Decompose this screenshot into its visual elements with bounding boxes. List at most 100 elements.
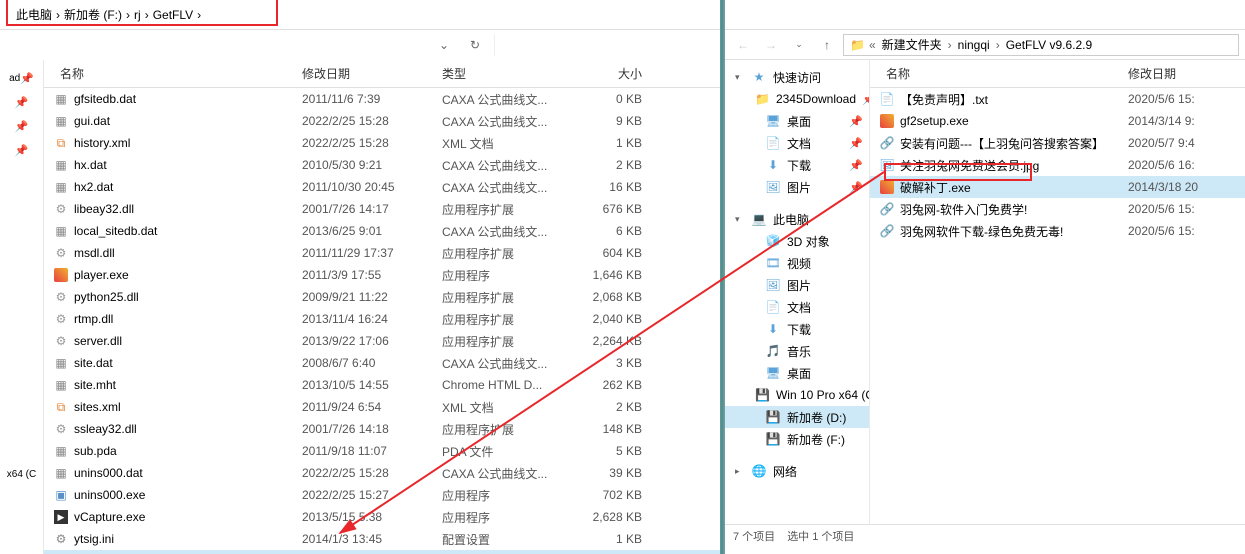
file-row[interactable]: ▦ hx.dat 2010/5/30 9:21 CAXA 公式曲线文... 2 … [44,154,720,176]
quick-item[interactable]: 📌 [0,90,43,114]
recent-dropdown[interactable]: ⌄ [787,33,811,57]
dropdown-icon[interactable]: ⌄ [432,33,456,57]
col-name[interactable]: 名称 [52,65,302,82]
tree-label: 图片 [787,179,811,196]
expand-icon[interactable]: ▾ [735,72,745,83]
tree-item[interactable]: 🖼 图片 [725,274,869,296]
tree-item[interactable]: 🎵 音乐 [725,340,869,362]
breadcrumb-seg[interactable]: ningqi [956,38,992,52]
forward-button[interactable]: → [759,33,783,57]
breadcrumb-seg[interactable]: 此电脑 [16,6,52,23]
file-row[interactable]: ⚙ server.dll 2013/9/22 17:06 应用程序扩展 2,26… [44,330,720,352]
file-row[interactable]: ▶ vCapture.exe 2013/5/15 5:38 应用程序 2,628… [44,506,720,528]
file-size: 3 KB [572,356,642,370]
tree-item[interactable]: ⬇ 下载 [725,318,869,340]
file-row[interactable]: gf2setup.exe 2014/3/14 9: [870,110,1245,132]
file-row[interactable]: 🔗 羽兔网软件下载-绿色免费无毒! 2020/5/6 15: [870,220,1245,242]
link-icon: 🔗 [878,223,896,239]
tree-item[interactable]: ⬇ 下载 📌 [725,154,869,176]
file-row[interactable]: ⚙ ssleay32.dll 2001/7/26 14:18 应用程序扩展 14… [44,418,720,440]
tree-item[interactable]: ▾ 💻 此电脑 [725,208,869,230]
tree-item[interactable]: 📄 文档 [725,296,869,318]
file-size: 2,264 KB [572,334,642,348]
breadcrumb-seg[interactable]: GetFLV [153,8,193,22]
file-size: 262 KB [572,378,642,392]
file-row[interactable]: ▦ sub.pda 2011/9/18 11:07 PDA 文件 5 KB [44,440,720,462]
back-button[interactable]: ← [731,33,755,57]
quick-item[interactable]: x64 (C [0,462,43,486]
file-list[interactable]: 📄 【免责声明】.txt 2020/5/6 15: gf2setup.exe 2… [870,88,1245,524]
quick-item[interactable]: 📌 [0,138,43,162]
file-size: 39 KB [572,466,642,480]
tree-label: 下载 [787,321,811,338]
quick-item[interactable]: ad📌 [0,66,43,90]
tree-item[interactable]: 💾 Win 10 Pro x64 (C [725,384,869,406]
file-row[interactable]: ▦ site.mht 2013/10/5 14:55 Chrome HTML D… [44,374,720,396]
tree-item[interactable]: 💾 新加卷 (F:) [725,428,869,450]
file-row[interactable]: ▣ unins000.exe 2022/2/25 15:27 应用程序 702 … [44,484,720,506]
breadcrumb-right[interactable]: 📁 « 新建文件夹› ningqi› GetFLV v9.6.2.9 [843,34,1239,56]
nav-tree[interactable]: ▾ ★ 快速访问 📁 2345Download 📌 🖥 桌面 📌 📄 文档 📌 … [725,60,870,524]
folder-icon: 📁 [755,91,770,107]
file-row[interactable]: ▦ unins000.dat 2022/2/25 15:28 CAXA 公式曲线… [44,462,720,484]
file-row[interactable]: ⚙ python25.dll 2009/9/21 11:22 应用程序扩展 2,… [44,286,720,308]
file-row[interactable]: 破解补丁.exe 2014/3/18 20 [870,176,1245,198]
file-row[interactable]: 🖼 关注羽兔网免费送会员.jpg 2020/5/6 16: [870,154,1245,176]
col-name[interactable]: 名称 [878,65,1128,82]
tree-item[interactable]: 📄 文档 📌 [725,132,869,154]
file-row[interactable]: ⧉ sites.xml 2011/9/24 6:54 XML 文档 2 KB [44,396,720,418]
expand-icon[interactable]: ▸ [735,466,745,477]
col-date[interactable]: 修改日期 [1128,65,1238,82]
tree-item[interactable]: 📁 2345Download 📌 [725,88,869,110]
file-name: sub.pda [74,444,302,458]
tree-item[interactable]: 💾 新加卷 (D:) [725,406,869,428]
up-button[interactable]: ↑ [815,33,839,57]
file-size: 16 KB [572,180,642,194]
file-row[interactable]: ▦ gui.dat 2022/2/25 15:28 CAXA 公式曲线文... … [44,110,720,132]
file-type: 应用程序扩展 [442,421,572,438]
file-name: hx.dat [74,158,302,172]
tree-item[interactable]: 🖥 桌面 [725,362,869,384]
file-row[interactable]: ⚙ rtmp.dll 2013/11/4 16:24 应用程序扩展 2,040 … [44,308,720,330]
file-row[interactable]: 破解补丁.exe 2014/3/18 20:51 应用程序 977 KB [44,550,720,554]
tree-item[interactable]: 🖼 图片 📌 [725,176,869,198]
tree-item[interactable]: 🖥 桌面 📌 [725,110,869,132]
file-name: vCapture.exe [74,510,302,524]
file-row[interactable]: player.exe 2011/3/9 17:55 应用程序 1,646 KB [44,264,720,286]
col-date[interactable]: 修改日期 [302,65,442,82]
file-row[interactable]: ▦ local_sitedb.dat 2013/6/25 9:01 CAXA 公… [44,220,720,242]
column-headers: 名称 修改日期 [870,60,1245,88]
breadcrumb-seg[interactable]: GetFLV v9.6.2.9 [1004,38,1095,52]
file-size: 5 KB [572,444,642,458]
file-row[interactable]: ⚙ libeay32.dll 2001/7/26 14:17 应用程序扩展 67… [44,198,720,220]
breadcrumb-seg[interactable]: 新建文件夹 [880,36,944,53]
col-size[interactable]: 大小 [572,65,642,82]
file-row[interactable]: 🔗 羽兔网-软件入门免费学! 2020/5/6 15: [870,198,1245,220]
file-row[interactable]: ▦ hx2.dat 2011/10/30 20:45 CAXA 公式曲线文...… [44,176,720,198]
tree-item[interactable]: ▸ 🌐 网络 [725,460,869,482]
tree-item[interactable]: ▾ ★ 快速访问 [725,66,869,88]
file-size: 2,628 KB [572,510,642,524]
refresh-icon[interactable]: ↻ [463,33,487,57]
tree-item[interactable]: 🎞 视频 [725,252,869,274]
file-row[interactable]: ⧉ history.xml 2022/2/25 15:28 XML 文档 1 K… [44,132,720,154]
file-list[interactable]: ▦ gfsitedb.dat 2011/11/6 7:39 CAXA 公式曲线文… [44,88,720,554]
file-row[interactable]: ⚙ msdl.dll 2011/11/29 17:37 应用程序扩展 604 K… [44,242,720,264]
download-icon: ⬇ [765,321,781,337]
breadcrumb-seg[interactable]: 新加卷 (F:) [64,6,122,23]
file-row[interactable]: ▦ site.dat 2008/6/7 6:40 CAXA 公式曲线文... 3… [44,352,720,374]
file-row[interactable]: ⚙ ytsig.ini 2014/1/3 13:45 配置设置 1 KB [44,528,720,550]
file-icon: ▦ [52,113,70,129]
titlebar-right [725,0,1245,30]
col-type[interactable]: 类型 [442,65,572,82]
file-row[interactable]: ▦ gfsitedb.dat 2011/11/6 7:39 CAXA 公式曲线文… [44,88,720,110]
content-left: ad📌 📌 📌 📌 x64 (C 名称 修改日期 类型 大小 ▦ gfsited… [0,60,720,554]
expand-icon[interactable]: ▾ [735,214,745,225]
quick-item[interactable]: 📌 [0,114,43,138]
tree-item[interactable]: 🧊 3D 对象 [725,230,869,252]
file-row[interactable]: 🔗 安装有问题---【上羽兔问答搜索答案】 2020/5/7 9:4 [870,132,1245,154]
file-size: 2,068 KB [572,290,642,304]
file-row[interactable]: 📄 【免责声明】.txt 2020/5/6 15: [870,88,1245,110]
breadcrumb-seg[interactable]: rj [134,8,141,22]
file-type: 应用程序扩展 [442,289,572,306]
